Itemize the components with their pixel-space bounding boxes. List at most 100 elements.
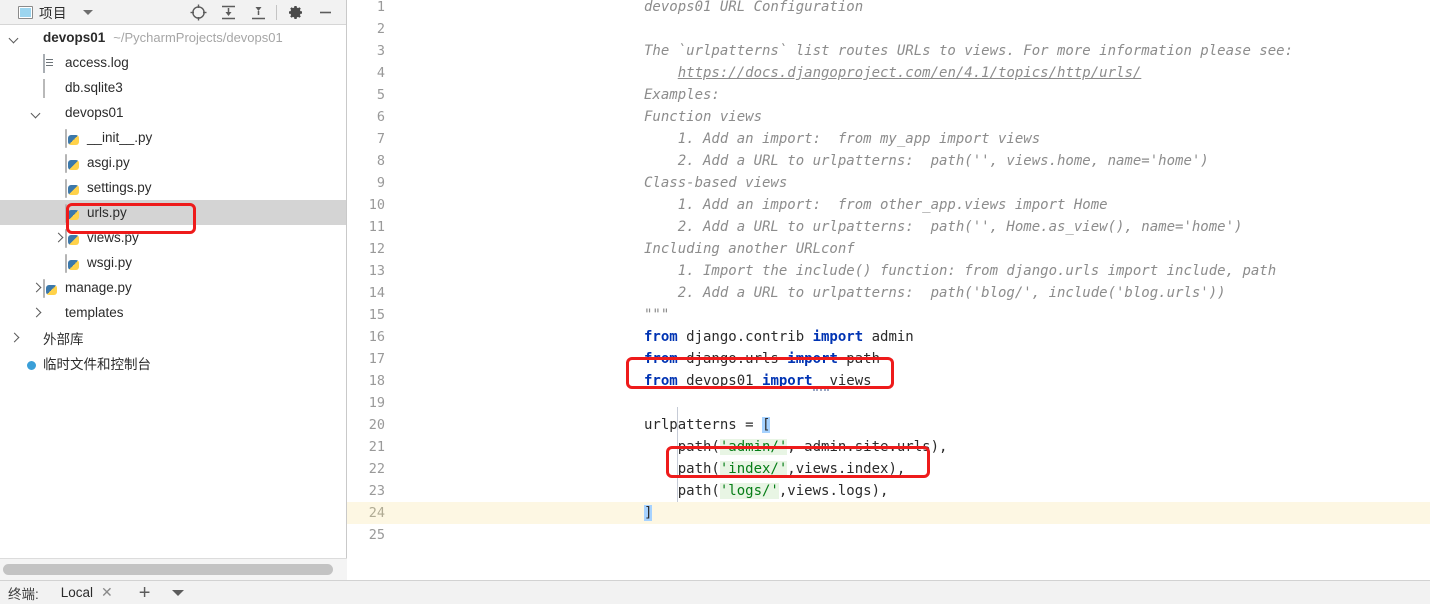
chevron-down-icon[interactable] bbox=[30, 106, 43, 119]
line-number[interactable]: 25 bbox=[347, 524, 385, 546]
code-line[interactable]: Examples: bbox=[644, 84, 720, 106]
terminal-tab-local[interactable]: Local bbox=[61, 585, 93, 600]
tree-row-wsgi-py[interactable]: wsgi.py bbox=[0, 250, 346, 275]
line-number[interactable]: 7 bbox=[347, 128, 385, 150]
scrollbar-thumb[interactable] bbox=[3, 564, 333, 575]
locate-icon[interactable] bbox=[183, 0, 213, 25]
python-file-icon bbox=[65, 153, 82, 173]
line-number[interactable]: 22 bbox=[347, 458, 385, 480]
line-number[interactable]: 4 bbox=[347, 62, 385, 84]
code-line[interactable]: from django.contrib import admin bbox=[644, 326, 914, 348]
line-number[interactable]: 5 bbox=[347, 84, 385, 106]
code-line[interactable]: Function views bbox=[644, 106, 762, 128]
line-number[interactable]: 21 bbox=[347, 436, 385, 458]
chevron-right-icon[interactable] bbox=[30, 306, 43, 319]
code-line[interactable]: The `urlpatterns` list routes URLs to vi… bbox=[644, 40, 1293, 62]
chevron-right-icon[interactable] bbox=[30, 281, 43, 294]
python-file-icon bbox=[65, 128, 82, 148]
close-icon[interactable]: ✕ bbox=[101, 584, 113, 601]
expand-all-icon[interactable] bbox=[213, 0, 243, 25]
tree-row-__init__-py[interactable]: __init__.py bbox=[0, 125, 346, 150]
chevron-down-icon[interactable] bbox=[8, 31, 21, 44]
tree-row-settings-py[interactable]: settings.py bbox=[0, 175, 346, 200]
tree-row-label: views.py bbox=[87, 230, 139, 245]
code-line[interactable]: https://docs.djangoproject.com/en/4.1/to… bbox=[644, 62, 1142, 84]
line-number[interactable]: 11 bbox=[347, 216, 385, 238]
code-line[interactable]: """ bbox=[644, 304, 669, 326]
chevron-right-icon[interactable] bbox=[8, 331, 21, 344]
project-tree[interactable]: devops01 ~/PycharmProjects/devops01 access… bbox=[0, 25, 346, 558]
code-line[interactable]: 2. Add a URL to urlpatterns: path('blog/… bbox=[644, 282, 1226, 304]
line-number[interactable]: 18 bbox=[347, 370, 385, 392]
code-line[interactable]: path('index/',views.index), bbox=[644, 458, 905, 480]
code-line[interactable]: path('admin/', admin.site.urls), bbox=[644, 436, 947, 458]
tree-row-manage-py[interactable]: manage.py bbox=[0, 275, 346, 300]
minimize-icon[interactable] bbox=[310, 0, 340, 25]
line-number[interactable]: 19 bbox=[347, 392, 385, 414]
tree-row-devops01[interactable]: devops01 ~/PycharmProjects/devops01 bbox=[0, 25, 346, 50]
code-line[interactable]: 2. Add a URL to urlpatterns: path('', Ho… bbox=[644, 216, 1243, 238]
project-panel-toolbar bbox=[183, 0, 346, 25]
code-line[interactable]: 2. Add a URL to urlpatterns: path('', vi… bbox=[644, 150, 1209, 172]
python-file-icon bbox=[65, 228, 82, 248]
line-number[interactable]: 14 bbox=[347, 282, 385, 304]
collapse-all-icon[interactable] bbox=[243, 0, 273, 25]
tree-row-label: __init__.py bbox=[87, 130, 153, 145]
python-file-icon bbox=[65, 178, 82, 198]
line-number[interactable]: 8 bbox=[347, 150, 385, 172]
line-number[interactable]: 17 bbox=[347, 348, 385, 370]
tree-row-devops01[interactable]: devops01 bbox=[0, 100, 346, 125]
line-number[interactable]: 13 bbox=[347, 260, 385, 282]
code-line[interactable]: devops01 URL Configuration bbox=[644, 0, 863, 18]
line-number[interactable]: 12 bbox=[347, 238, 385, 260]
code-line[interactable]: 1. Import the include() function: from d… bbox=[644, 260, 1276, 282]
code-editor[interactable]: 1 2 3 4 5 6 7 8 9 10 11 12 13 14 15 16 17 18 19 20 21 22 23 24 2… bbox=[347, 0, 1430, 580]
sidebar-horizontal-scrollbar[interactable] bbox=[0, 558, 347, 580]
line-number[interactable]: 16 bbox=[347, 326, 385, 348]
editor-gutter[interactable]: 1 2 3 4 5 6 7 8 9 10 11 12 13 14 15 16 17 18 19 20 21 22 23 24 2… bbox=[347, 0, 391, 580]
line-number[interactable]: 3 bbox=[347, 40, 385, 62]
pycharm-window: 项目 devops01 ~/PycharmProjects/devops01 a… bbox=[0, 0, 1430, 604]
chevron-down-icon[interactable] bbox=[83, 9, 93, 15]
code-line[interactable]: from devops01 import views bbox=[644, 370, 872, 392]
line-number[interactable]: 6 bbox=[347, 106, 385, 128]
tree-row-外部库[interactable]: 外部库 bbox=[0, 325, 346, 350]
line-number[interactable]: 23 bbox=[347, 480, 385, 502]
gear-icon[interactable] bbox=[280, 0, 310, 25]
code-line[interactable]: ] bbox=[644, 502, 653, 524]
chevron-down-icon[interactable] bbox=[172, 589, 185, 596]
code-line[interactable]: 1. Add an import: from other_app.views i… bbox=[644, 194, 1108, 216]
code-line[interactable]: Class-based views bbox=[644, 172, 787, 194]
code-line[interactable]: Including another URLconf bbox=[644, 238, 855, 260]
editor-code-area[interactable]: devops01 URL Configuration The `urlpatter… bbox=[391, 0, 1430, 580]
line-number[interactable]: 15 bbox=[347, 304, 385, 326]
tree-row-asgi-py[interactable]: asgi.py bbox=[0, 150, 346, 175]
line-number[interactable]: 1 bbox=[347, 0, 385, 18]
tree-row-label: db.sqlite3 bbox=[65, 80, 123, 95]
line-number[interactable]: 20 bbox=[347, 414, 385, 436]
line-number[interactable]: 2 bbox=[347, 18, 385, 40]
project-panel-title-group[interactable]: 项目 bbox=[18, 2, 93, 22]
current-line-highlight bbox=[391, 502, 1430, 524]
tree-row-临时文件和控制台[interactable]: 临时文件和控制台 bbox=[0, 350, 346, 375]
code-line[interactable]: 1. Add an import: from my_app import vie… bbox=[644, 128, 1040, 150]
code-line[interactable]: from django.urls import path bbox=[644, 348, 880, 370]
tree-row-label: wsgi.py bbox=[87, 255, 133, 270]
tree-row-views-py[interactable]: views.py bbox=[0, 225, 346, 250]
tree-row-urls-py[interactable]: urls.py bbox=[0, 200, 346, 225]
plus-icon[interactable]: + bbox=[139, 583, 151, 603]
chevron-right-icon[interactable] bbox=[52, 231, 65, 244]
tree-row-access-log[interactable]: access.log bbox=[0, 50, 346, 75]
line-number[interactable]: 24 bbox=[347, 502, 385, 524]
scratches-icon bbox=[21, 355, 38, 371]
tree-row-templates[interactable]: templates bbox=[0, 300, 346, 325]
line-number[interactable]: 10 bbox=[347, 194, 385, 216]
tree-row-db-sqlite3[interactable]: db.sqlite3 bbox=[0, 75, 346, 100]
code-line[interactable]: urlpatterns = [ bbox=[644, 414, 771, 436]
code-line[interactable]: path('logs/',views.logs), bbox=[644, 480, 888, 502]
line-number[interactable]: 9 bbox=[347, 172, 385, 194]
tree-row-label: devops01 bbox=[65, 105, 124, 120]
